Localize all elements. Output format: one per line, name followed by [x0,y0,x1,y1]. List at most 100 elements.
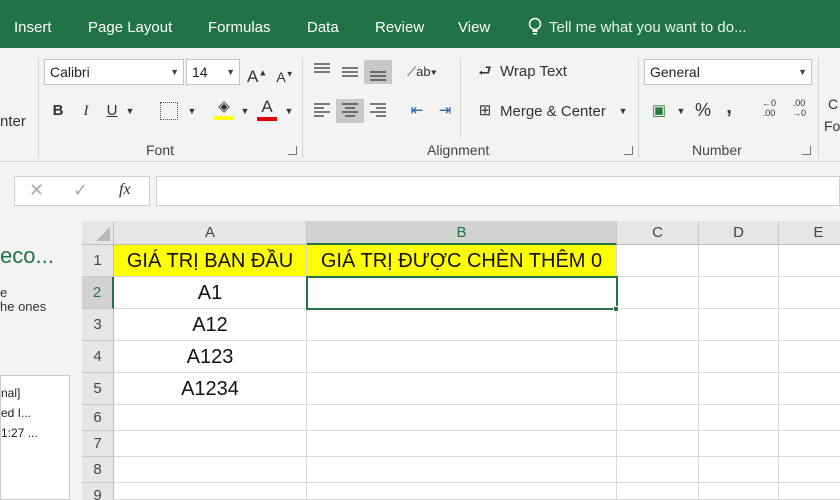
cell-a9[interactable] [114,483,307,500]
comma-button[interactable]: , [722,96,736,118]
orientation-button[interactable]: ⟋ab▾ [404,61,440,83]
cell-d5[interactable] [699,373,779,405]
tell-me-search[interactable]: Tell me what you want to do... [549,18,747,38]
cell-a6[interactable] [114,405,307,431]
cell-d4[interactable] [699,341,779,373]
cell-a8[interactable] [114,457,307,483]
accounting-dropdown[interactable]: ▼ [674,100,688,122]
fill-handle[interactable] [613,306,619,312]
cell-a5[interactable]: A1234 [114,373,307,405]
cell-e3[interactable] [779,309,840,341]
cell-c1[interactable] [617,245,699,277]
column-header-b[interactable]: B [307,221,617,245]
cell-c5[interactable] [617,373,699,405]
font-name-combo[interactable]: Calibri ▼ [44,59,184,85]
insert-function-button[interactable]: fx [119,181,131,199]
underline-button[interactable]: U [104,100,120,122]
formula-input[interactable] [156,176,840,206]
select-all-corner[interactable] [82,221,114,245]
wrap-text-button[interactable]: Wrap Text [500,63,567,80]
cell-c9[interactable] [617,483,699,500]
cell-a3[interactable]: A12 [114,309,307,341]
cell-c4[interactable] [617,341,699,373]
underline-dropdown[interactable]: ▼ [123,100,137,122]
bold-button[interactable]: B [50,100,66,122]
cell-c8[interactable] [617,457,699,483]
cell-e1[interactable] [779,245,840,277]
cell-e7[interactable] [779,431,840,457]
row-header-1[interactable]: 1 [82,245,114,277]
cell-b8[interactable] [307,457,617,483]
row-header-3[interactable]: 3 [82,309,114,341]
row-header-8[interactable]: 8 [82,457,114,483]
fill-color-button[interactable]: ◈ [212,96,236,122]
row-header-2[interactable]: 2 [82,277,114,309]
cell-a1[interactable]: GIÁ TRỊ BAN ĐẦU [114,245,307,277]
decrease-decimal-button[interactable]: .00 →0 [788,98,810,118]
grow-font-button[interactable]: A▲ [247,61,267,88]
percent-button[interactable]: % [694,99,712,121]
cell-e4[interactable] [779,341,840,373]
cell-b7[interactable] [307,431,617,457]
worksheet-grid[interactable]: A B C D E 1 2 3 4 5 6 7 8 9 GIÁ TRỊ BAN … [82,221,840,500]
cell-e9[interactable] [779,483,840,500]
column-header-d[interactable]: D [699,221,779,245]
number-format-combo[interactable]: General ▼ [644,59,812,85]
alignment-dialog-launcher[interactable] [624,146,633,155]
tab-page-layout[interactable]: Page Layout [88,18,172,38]
cell-a7[interactable] [114,431,307,457]
merge-center-button[interactable]: Merge & Center [500,103,606,120]
cell-d9[interactable] [699,483,779,500]
cell-b6[interactable] [307,405,617,431]
cell-d7[interactable] [699,431,779,457]
tab-formulas[interactable]: Formulas [208,18,271,38]
column-header-c[interactable]: C [617,221,699,245]
check-icon[interactable]: ✓ [73,180,88,201]
cell-c3[interactable] [617,309,699,341]
cell-b1[interactable]: GIÁ TRỊ ĐƯỢC CHÈN THÊM 0 [307,245,617,277]
fill-color-dropdown[interactable]: ▼ [238,100,252,122]
cell-b5[interactable] [307,373,617,405]
cell-a4[interactable]: A123 [114,341,307,373]
cell-c6[interactable] [617,405,699,431]
italic-button[interactable]: I [78,100,94,122]
increase-indent-button[interactable]: ⇥ [434,100,456,122]
font-color-button[interactable]: A [256,96,278,122]
accounting-format-button[interactable]: ▣ [648,100,670,122]
tab-review[interactable]: Review [375,18,424,38]
tab-data[interactable]: Data [307,18,339,38]
cell-b9[interactable] [307,483,617,500]
cell-b3[interactable] [307,309,617,341]
row-header-4[interactable]: 4 [82,341,114,373]
cell-d1[interactable] [699,245,779,277]
cancel-icon[interactable]: ✕ [29,180,44,201]
cell-c2[interactable] [617,277,699,309]
font-dialog-launcher[interactable] [288,146,297,155]
row-header-5[interactable]: 5 [82,373,114,405]
cell-e5[interactable] [779,373,840,405]
cell-d2[interactable] [699,277,779,309]
cell-e2[interactable] [779,277,840,309]
column-header-a[interactable]: A [114,221,307,245]
tab-view[interactable]: View [458,18,490,38]
cell-b4[interactable] [307,341,617,373]
cell-e6[interactable] [779,405,840,431]
cell-d8[interactable] [699,457,779,483]
cell-d6[interactable] [699,405,779,431]
row-header-9[interactable]: 9 [82,483,114,500]
cell-d3[interactable] [699,309,779,341]
decrease-indent-button[interactable]: ⇤ [406,100,428,122]
column-header-e[interactable]: E [779,221,840,245]
row-header-6[interactable]: 6 [82,405,114,431]
panel-list[interactable]: nal] ed I... 1:27 ... [0,375,70,500]
cell-c7[interactable] [617,431,699,457]
shrink-font-button[interactable]: A▼ [276,63,294,88]
font-color-dropdown[interactable]: ▼ [282,100,296,122]
row-header-7[interactable]: 7 [82,431,114,457]
tab-insert[interactable]: Insert [14,18,52,38]
borders-button[interactable] [160,102,178,120]
borders-dropdown[interactable]: ▼ [185,100,199,122]
cell-b2-active[interactable] [306,276,618,310]
cell-e8[interactable] [779,457,840,483]
cell-a2[interactable]: A1 [114,277,307,309]
